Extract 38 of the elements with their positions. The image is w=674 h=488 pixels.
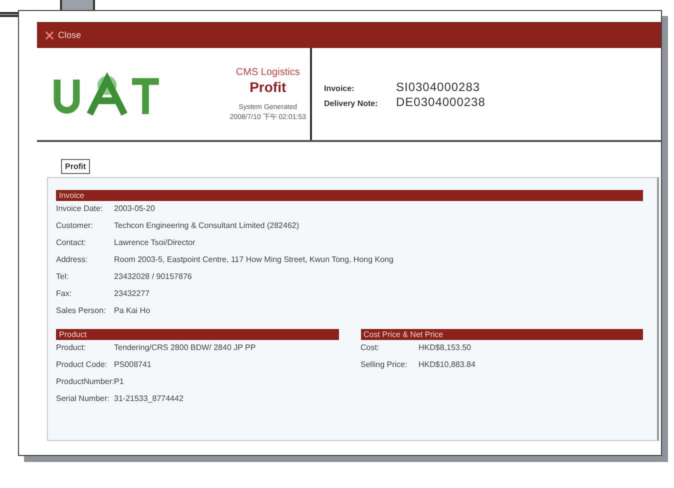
field-label: Product Code: [56, 360, 108, 369]
field-value: HKD$10,883.84 [418, 360, 476, 369]
field-label: ProductNumber: [56, 377, 114, 386]
report-title: Profit [250, 78, 286, 94]
field-label: Invoice Date: [56, 204, 104, 213]
field-value: P1 [114, 377, 125, 386]
close-icon [45, 30, 54, 40]
section-header: Product [56, 329, 338, 340]
field-label: Sales Person: [56, 306, 107, 315]
field-value: HKD$8,153.50 [418, 343, 472, 352]
field-label: Serial Number: [56, 394, 110, 403]
field-value: Pa Kai Ho [114, 306, 152, 315]
document-label: Delivery Note: [324, 98, 379, 108]
field-value: Tendering/CRS 2800 BDW/ 2840 JP PP [114, 343, 257, 352]
field-value: Room 2003-5, Eastpoint Centre, 117 How Ming Street, Kwun Tong, Hong Kong [114, 255, 394, 264]
field-label: Fax: [56, 289, 73, 298]
field-value: 2003-05-20 [114, 204, 156, 213]
section-header: Cost Price & Net Price [360, 329, 643, 340]
tab[interactable]: Profit [61, 159, 90, 174]
field-label: Customer: [56, 221, 94, 230]
field-label: Product: [56, 343, 87, 352]
field-value: Techcon Engineering & Consultant Limited (282462) [114, 221, 300, 230]
field-label: Cost: [360, 343, 380, 352]
field-value: 23432028 / 90157876 [114, 272, 193, 281]
field-value: PS008741 [114, 360, 152, 369]
document-label: Invoice: [324, 84, 356, 92]
close-button[interactable]: Close [43, 28, 84, 42]
field-label: Address: [56, 255, 89, 264]
document-number: DE0304000238 [396, 94, 486, 108]
field-label: Tel: [56, 272, 70, 281]
field-value: Lawrence Tsoi/Director [114, 238, 196, 247]
field-value: 31-21533_8774442 [114, 394, 184, 403]
field-value: 23432277 [114, 289, 151, 298]
section-header: Invoice [56, 190, 643, 201]
field-label: Contact: [56, 238, 87, 247]
company-name: CMS Logistics [236, 66, 300, 78]
field-label: Selling Price: [360, 360, 408, 369]
document-number: SI0304000283 [396, 80, 480, 94]
